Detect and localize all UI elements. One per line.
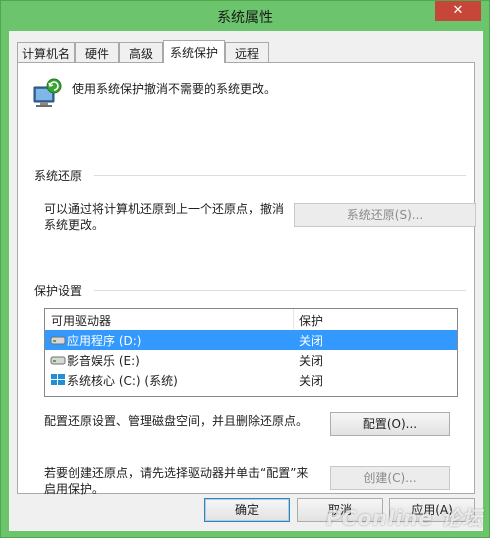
intro-text: 使用系统保护撤消不需要的系统更改。 (72, 82, 277, 96)
drive-icon (50, 356, 66, 365)
drive-row[interactable]: 应用程序 (D:) 关闭 (45, 330, 457, 350)
watermark-logo: PConline 论坛 (326, 506, 483, 530)
create-button[interactable]: 创建(C)... (330, 466, 450, 490)
tab-system-protection[interactable]: 系统保护 (163, 40, 225, 63)
drive-status: 关闭 (299, 374, 324, 388)
drive-name: 影音娱乐 (E:) (67, 354, 140, 368)
column-header-drives[interactable]: 可用驱动器 (51, 312, 111, 329)
windows-drive-icon (51, 374, 65, 385)
system-protection-icon (33, 78, 62, 107)
system-protection-panel: 使用系统保护撤消不需要的系统更改。 系统还原 可以通过将计算机还原到上一个还原点… (17, 62, 476, 496)
tab-hardware[interactable]: 硬件 (75, 42, 119, 62)
create-description-line1: 若要创建还原点，请先选择驱动器并单击“配置”来 (44, 466, 309, 480)
drive-name: 系统核心 (C:) (系统) (67, 374, 178, 388)
drive-row[interactable]: 系统核心 (C:) (系统) 关闭 (45, 370, 457, 390)
window-title: 系统属性 (217, 10, 273, 26)
protection-settings-title: 保护设置 (34, 284, 83, 298)
tab-computer-name[interactable]: 计算机名 (17, 42, 75, 62)
drive-list[interactable]: 可用驱动器 保护 应用程序 (D:) 关闭 影音娱乐 (E:) 关闭 系统核心 … (44, 308, 458, 397)
group-divider (94, 175, 466, 176)
create-description-line2: 启用保护。 (44, 482, 105, 496)
close-button[interactable]: ✕ (435, 1, 481, 21)
list-header: 可用驱动器 保护 (45, 309, 457, 329)
restore-description-line2: 系统更改。 (44, 218, 105, 232)
title-bar[interactable]: 系统属性 ✕ (1, 1, 489, 31)
column-separator[interactable] (293, 309, 294, 329)
column-header-protection[interactable]: 保护 (299, 312, 323, 329)
drive-status: 关闭 (299, 354, 324, 368)
restore-description-line1: 可以通过将计算机还原到上一个还原点，撤消 (44, 202, 285, 216)
system-restore-button[interactable]: 系统还原(S)... (294, 203, 476, 227)
configure-description: 配置还原设置、管理磁盘空间，并且删除还原点。 (44, 414, 309, 428)
configure-button[interactable]: 配置(O)... (330, 412, 450, 436)
drive-status: 关闭 (299, 334, 324, 348)
drive-name: 应用程序 (D:) (67, 334, 142, 348)
group-divider (94, 290, 466, 291)
system-properties-window: 系统属性 ✕ 计算机名 硬件 高级 系统保护 远程 使用系统保护撤消不需要的系统… (0, 0, 490, 538)
tab-remote[interactable]: 远程 (225, 42, 269, 62)
drive-icon (50, 336, 66, 345)
tab-advanced[interactable]: 高级 (119, 42, 163, 62)
ok-button[interactable]: 确定 (204, 498, 290, 522)
drive-row[interactable]: 影音娱乐 (E:) 关闭 (45, 350, 457, 370)
dialog-content: 计算机名 硬件 高级 系统保护 远程 使用系统保护撤消不需要的系统更改。 系统还… (9, 31, 483, 531)
system-restore-title: 系统还原 (34, 169, 83, 183)
